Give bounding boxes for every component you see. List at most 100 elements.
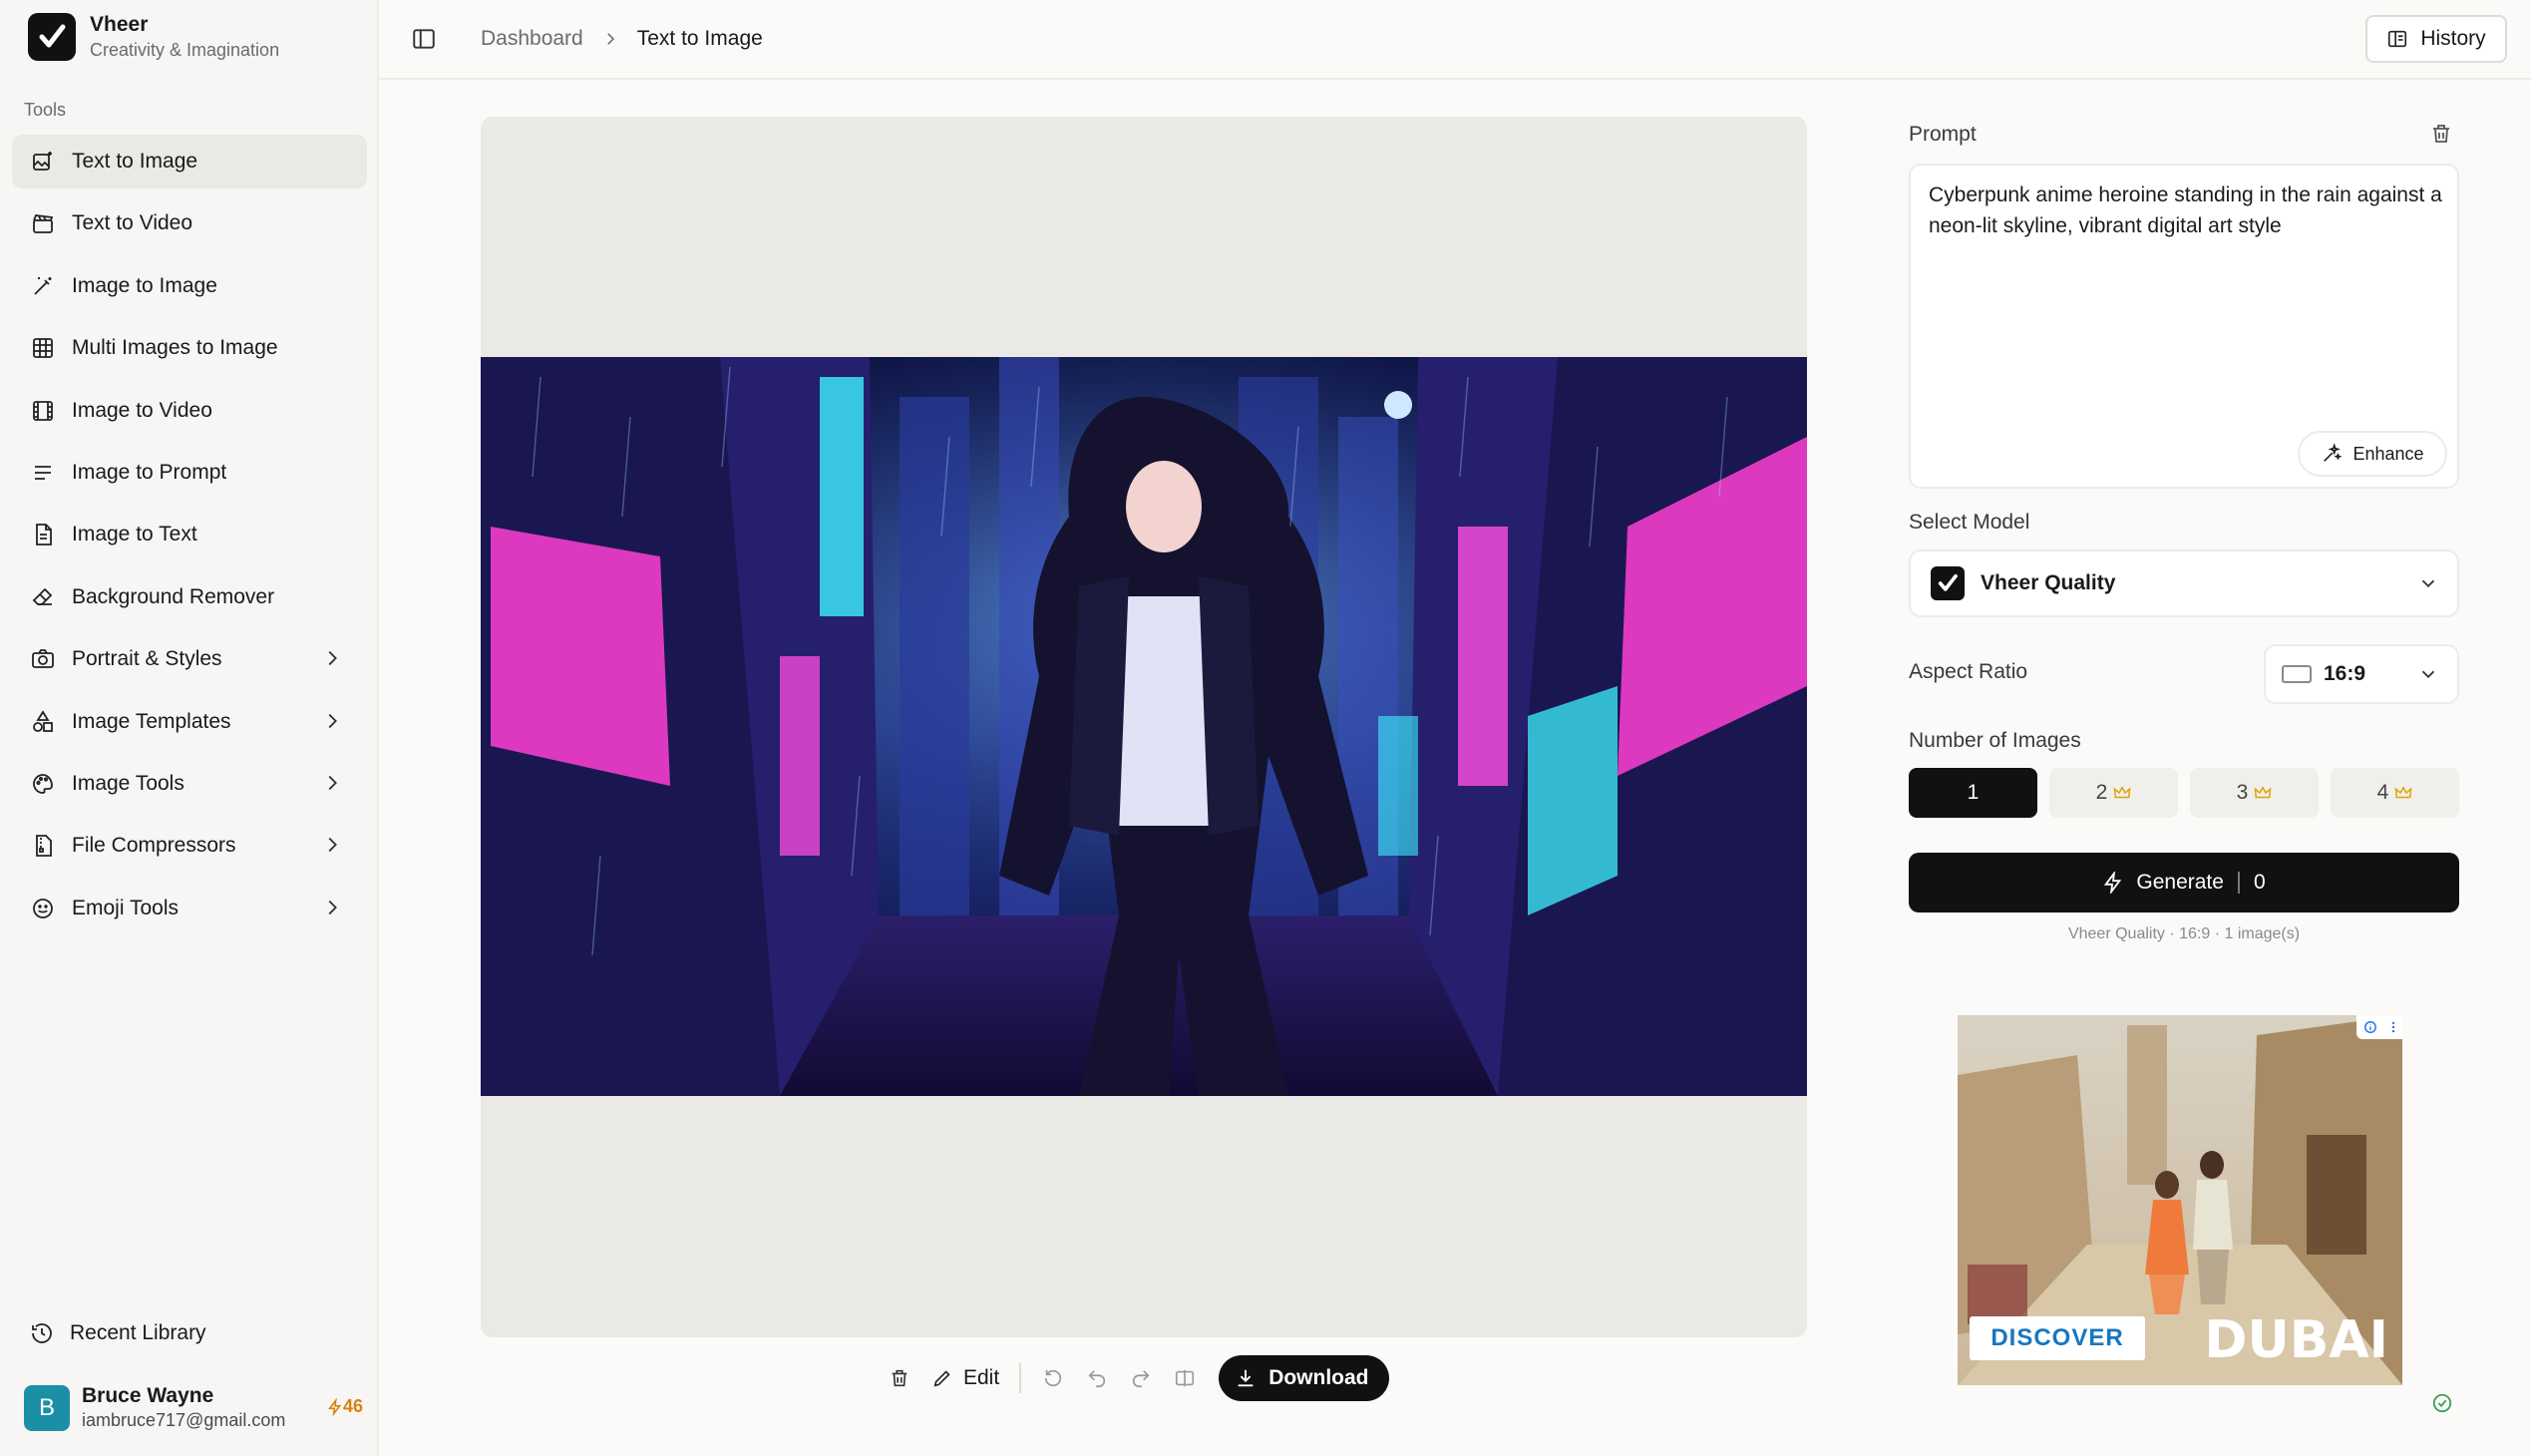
chevron-down-icon xyxy=(2417,572,2439,594)
user-name: Bruce Wayne xyxy=(82,1384,214,1407)
redo-button[interactable] xyxy=(1119,1356,1163,1400)
num-option-label: 2 xyxy=(2095,781,2108,804)
sidebar-item-label: Multi Images to Image xyxy=(72,336,278,360)
aspect-ratio-label: Aspect Ratio xyxy=(1909,660,2028,683)
undo-button[interactable] xyxy=(1075,1356,1119,1400)
num-images-option-2[interactable]: 2 xyxy=(2049,768,2178,818)
film-icon xyxy=(30,398,56,424)
num-images-option-4[interactable]: 4 xyxy=(2331,768,2459,818)
user-profile[interactable]: B Bruce Wayne iambruce717@gmail.com 46 xyxy=(24,1380,363,1436)
number-of-images-label: Number of Images xyxy=(1909,729,2081,752)
sidebar-item-emoji-tools[interactable]: Emoji Tools xyxy=(12,882,367,935)
clapperboard-icon xyxy=(30,210,56,236)
aspect-ratio-value: 16:9 xyxy=(2324,662,2366,685)
app-name: Vheer xyxy=(90,13,149,36)
chevron-right-icon xyxy=(321,647,343,669)
advertisement[interactable]: DISCOVER DUBAI xyxy=(1958,1015,2402,1385)
sidebar-item-image-to-prompt[interactable]: Image to Prompt xyxy=(12,446,367,500)
sidebar-item-image-to-video[interactable]: Image to Video xyxy=(12,384,367,438)
sidebar-item-image-to-image[interactable]: Image to Image xyxy=(12,259,367,313)
sidebar-item-label: Text to Image xyxy=(72,150,198,173)
image-canvas xyxy=(481,117,1807,1337)
vheer-model-icon xyxy=(1931,566,1965,600)
rotate-ccw-icon xyxy=(1042,1367,1064,1389)
download-label: Download xyxy=(1268,1366,1369,1389)
image-toolbar: Edit Download xyxy=(878,1355,1389,1401)
prompt-text[interactable]: Cyberpunk anime heroine standing in the … xyxy=(1929,180,2443,241)
generated-image[interactable] xyxy=(481,357,1807,1096)
edit-button[interactable]: Edit xyxy=(921,1356,1009,1400)
aspect-ratio-select[interactable]: 16:9 xyxy=(2264,644,2459,704)
num-images-option-3[interactable]: 3 xyxy=(2190,768,2319,818)
sidebar-item-background-remover[interactable]: Background Remover xyxy=(12,570,367,624)
smiley-icon xyxy=(30,896,56,921)
credits-badge: 46 xyxy=(327,1396,363,1417)
delete-image-button[interactable] xyxy=(878,1356,921,1400)
chevron-right-icon xyxy=(321,834,343,856)
num-images-option-1[interactable]: 1 xyxy=(1909,768,2037,818)
chevron-down-icon xyxy=(2417,663,2439,685)
history-button[interactable]: History xyxy=(2365,15,2507,63)
download-button[interactable]: Download xyxy=(1219,1355,1389,1401)
grid-icon xyxy=(30,335,56,361)
sidebar-item-label: Image Templates xyxy=(72,709,231,733)
recent-library-link[interactable]: Recent Library xyxy=(12,1306,367,1360)
sidebar-item-image-templates[interactable]: Image Templates xyxy=(12,695,367,749)
sidebar-item-multi-images-to-image[interactable]: Multi Images to Image xyxy=(12,321,367,375)
user-email: iambruce717@gmail.com xyxy=(82,1410,286,1430)
image-sparkle-icon xyxy=(30,149,56,175)
reset-button[interactable] xyxy=(1031,1356,1075,1400)
generate-divider xyxy=(2237,872,2240,894)
sidebar-item-label: File Compressors xyxy=(72,834,236,858)
info-icon xyxy=(2363,1020,2377,1034)
sidebar: Vheer Creativity & Imagination Tools Tex… xyxy=(0,0,379,1456)
vheer-logo-icon xyxy=(28,13,76,61)
breadcrumb-dashboard[interactable]: Dashboard xyxy=(481,27,583,51)
sidebar-toggle-icon[interactable] xyxy=(411,26,439,54)
prompt-textarea[interactable]: Cyberpunk anime heroine standing in the … xyxy=(1909,164,2459,489)
undo-icon xyxy=(1086,1367,1108,1389)
aspect-ratio-icon xyxy=(2282,665,2312,683)
ad-brand-logo: DUBAI xyxy=(2204,1310,2388,1370)
tools-section-label: Tools xyxy=(24,100,67,120)
model-value: Vheer Quality xyxy=(1981,571,2116,594)
sidebar-item-label: Background Remover xyxy=(72,584,275,608)
sidebar-item-label: Emoji Tools xyxy=(72,896,179,919)
redo-icon xyxy=(1130,1367,1152,1389)
sidebar-item-file-compressors[interactable]: File Compressors xyxy=(12,819,367,873)
enhance-button[interactable]: Enhance xyxy=(2298,431,2447,477)
lightning-icon xyxy=(327,1397,343,1416)
generate-cost: 0 xyxy=(2253,871,2266,894)
chevron-right-icon xyxy=(321,710,343,732)
sidebar-item-label: Text to Video xyxy=(72,211,193,235)
brand[interactable]: Vheer Creativity & Imagination xyxy=(28,12,279,62)
compare-button[interactable] xyxy=(1163,1356,1207,1400)
sidebar-item-label: Portrait & Styles xyxy=(72,647,222,671)
file-zip-icon xyxy=(30,833,56,859)
status-check-icon xyxy=(2431,1392,2453,1414)
ad-discover-label: DISCOVER xyxy=(1970,1316,2145,1360)
history-label: History xyxy=(2420,27,2486,50)
clear-prompt-icon[interactable] xyxy=(2429,122,2453,146)
breadcrumb: Dashboard Text to Image xyxy=(481,27,763,51)
ad-choices-badge[interactable] xyxy=(2356,1015,2402,1039)
select-model-label: Select Model xyxy=(1909,511,2030,534)
model-select[interactable]: Vheer Quality xyxy=(1909,549,2459,617)
generate-button[interactable]: Generate 0 xyxy=(1909,853,2459,912)
sidebar-item-image-tools[interactable]: Image Tools xyxy=(12,757,367,811)
avatar: B xyxy=(24,1385,70,1431)
chevron-right-icon xyxy=(321,897,343,918)
document-icon xyxy=(30,522,56,547)
sidebar-item-label: Image to Text xyxy=(72,523,197,546)
sidebar-item-label: Image to Prompt xyxy=(72,460,227,484)
sidebar-item-image-to-text[interactable]: Image to Text xyxy=(12,508,367,561)
enhance-label: Enhance xyxy=(2352,443,2424,464)
lightning-icon xyxy=(2102,872,2124,894)
sidebar-item-portrait-styles[interactable]: Portrait & Styles xyxy=(12,632,367,686)
sidebar-item-text-to-image[interactable]: Text to Image xyxy=(12,135,367,188)
crown-icon xyxy=(2113,785,2131,801)
crown-icon xyxy=(2394,785,2412,801)
trash-icon xyxy=(889,1367,910,1389)
sidebar-item-label: Image to Image xyxy=(72,273,217,297)
sidebar-item-text-to-video[interactable]: Text to Video xyxy=(12,196,367,250)
